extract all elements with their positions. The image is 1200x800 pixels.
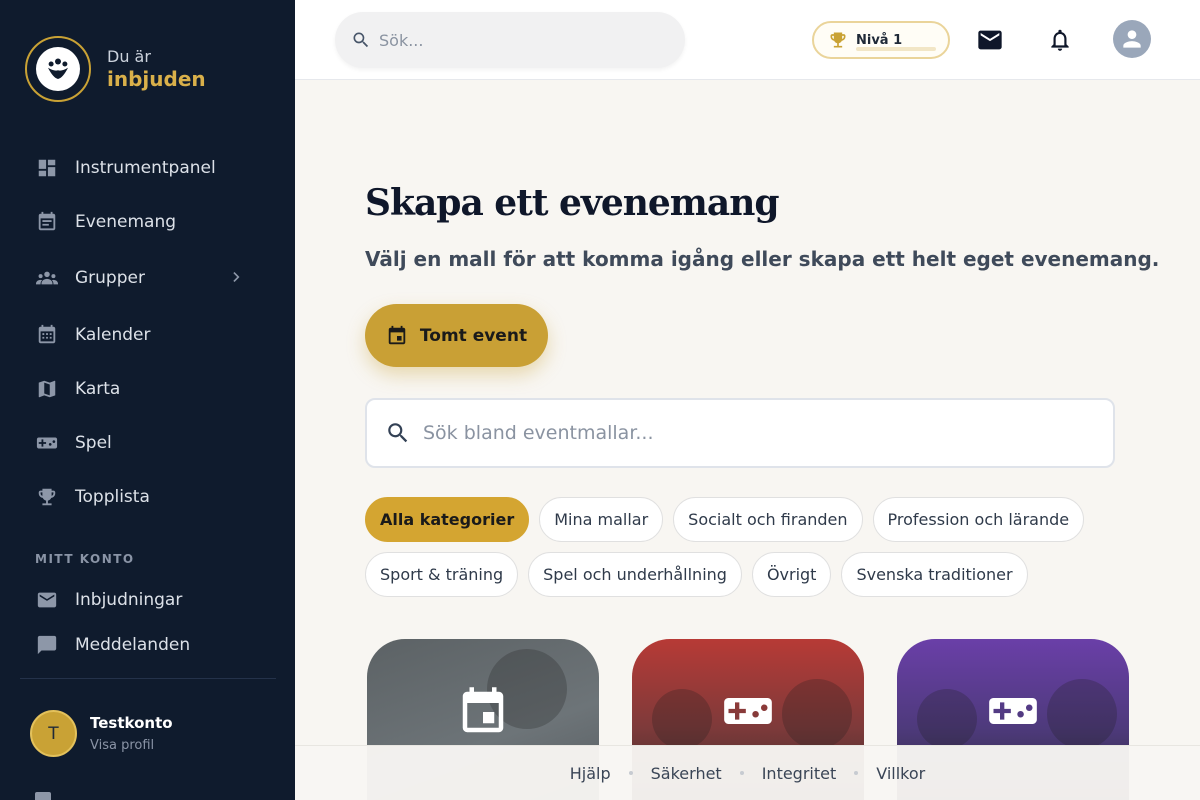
search-icon xyxy=(388,423,408,443)
category-filters: Alla kategorier Mina mallar Socialt och … xyxy=(365,497,1085,607)
calendar-icon xyxy=(456,685,510,743)
logout-icon[interactable] xyxy=(35,792,51,800)
sidebar-item-label: Kalender xyxy=(75,325,151,345)
level-badge[interactable]: Nivå 1 xyxy=(812,21,950,59)
trophy-icon xyxy=(830,32,846,48)
footer-separator xyxy=(854,771,859,775)
brand-name: inbjuden xyxy=(107,67,206,92)
level-label: Nivå 1 xyxy=(856,32,903,48)
avatar: T xyxy=(30,710,77,757)
chat-icon xyxy=(35,633,59,657)
sidebar-item-label: Grupper xyxy=(75,268,145,288)
profile-card[interactable]: T Testkonto Visa profil xyxy=(30,710,173,757)
category-chip-sport[interactable]: Sport & träning xyxy=(365,552,519,597)
sidebar-item-games[interactable]: Spel xyxy=(35,428,255,458)
empty-event-button[interactable]: Tomt event xyxy=(365,304,548,367)
sidebar-item-label: Karta xyxy=(75,379,121,399)
sidebar-item-label: Evenemang xyxy=(75,212,177,232)
search-icon xyxy=(353,32,369,48)
sidebar-item-label: Spel xyxy=(75,433,112,453)
mail-icon[interactable] xyxy=(975,26,1005,54)
sidebar-divider xyxy=(20,678,276,679)
user-icon xyxy=(1123,30,1141,48)
template-search[interactable] xyxy=(365,398,1115,468)
profile-name: Testkonto xyxy=(90,714,173,732)
mail-icon xyxy=(35,588,59,612)
bell-icon[interactable] xyxy=(1045,25,1075,55)
sidebar-item-label: Inbjudningar xyxy=(75,590,183,610)
chevron-right-icon xyxy=(227,267,247,292)
groups-icon xyxy=(35,266,59,290)
sidebar-item-dashboard[interactable]: Instrumentpanel xyxy=(35,153,255,183)
gamepad-icon xyxy=(35,431,59,455)
sidebar-item-messages[interactable]: Meddelanden xyxy=(35,630,255,660)
sidebar-item-groups[interactable]: Grupper xyxy=(35,263,255,293)
calendar-icon xyxy=(388,325,406,344)
calendar-icon xyxy=(35,323,59,347)
dashboard-icon xyxy=(35,156,59,180)
sidebar-item-label: Instrumentpanel xyxy=(75,158,216,178)
sidebar-item-label: Meddelanden xyxy=(75,635,191,655)
footer-link-help[interactable]: Hjälp xyxy=(570,764,611,783)
sidebar-item-calendar[interactable]: Kalender xyxy=(35,320,255,350)
brand-logo xyxy=(25,36,91,102)
category-chip-swedish-traditions[interactable]: Svenska traditioner xyxy=(841,552,1028,597)
sidebar-item-invitations[interactable]: Inbjudningar xyxy=(35,585,255,615)
topbar: Nivå 1 xyxy=(295,0,1200,80)
category-chip-social[interactable]: Socialt och firanden xyxy=(673,497,863,542)
people-logo-icon xyxy=(48,58,68,79)
map-icon xyxy=(35,377,59,401)
global-search[interactable] xyxy=(335,12,685,68)
category-chip-all[interactable]: Alla kategorier xyxy=(365,497,530,542)
section-label-account: MITT KONTO xyxy=(35,552,135,566)
gamepad-icon xyxy=(722,685,774,741)
sidebar-item-events[interactable]: Evenemang xyxy=(35,207,255,237)
level-progress-bar xyxy=(856,47,936,51)
global-search-input[interactable] xyxy=(379,30,659,50)
footer: Hjälp Säkerhet Integritet Villkor xyxy=(295,745,1200,800)
brand[interactable]: Du är inbjuden xyxy=(25,36,206,102)
user-avatar[interactable] xyxy=(1113,20,1151,58)
sidebar-item-leaderboard[interactable]: Topplista xyxy=(35,482,255,512)
brand-tagline: Du är xyxy=(107,46,151,66)
footer-link-privacy[interactable]: Integritet xyxy=(762,764,837,783)
empty-event-label: Tomt event xyxy=(419,325,528,346)
gamepad-icon xyxy=(987,685,1039,741)
trophy-icon xyxy=(35,485,59,509)
sidebar-item-map[interactable]: Karta xyxy=(35,374,255,404)
footer-separator xyxy=(628,771,633,775)
category-chip-profession[interactable]: Profession och lärande xyxy=(872,497,1085,542)
footer-link-terms[interactable]: Villkor xyxy=(876,764,925,783)
page-title: Skapa ett evenemang xyxy=(365,182,780,224)
page-subtitle: Välj en mall för att komma igång eller s… xyxy=(365,247,1160,271)
footer-separator xyxy=(739,771,744,775)
category-chip-my-templates[interactable]: Mina mallar xyxy=(539,497,664,542)
template-search-input[interactable] xyxy=(423,422,1073,444)
category-chip-other[interactable]: Övrigt xyxy=(751,552,832,597)
event-list-icon xyxy=(35,210,59,234)
sidebar-item-label: Topplista xyxy=(75,487,150,507)
category-chip-games[interactable]: Spel och underhållning xyxy=(528,552,742,597)
sidebar: Du är inbjuden Instrumentpanel Evenemang… xyxy=(0,0,295,800)
view-profile-link[interactable]: Visa profil xyxy=(90,738,173,753)
footer-link-security[interactable]: Säkerhet xyxy=(651,764,722,783)
